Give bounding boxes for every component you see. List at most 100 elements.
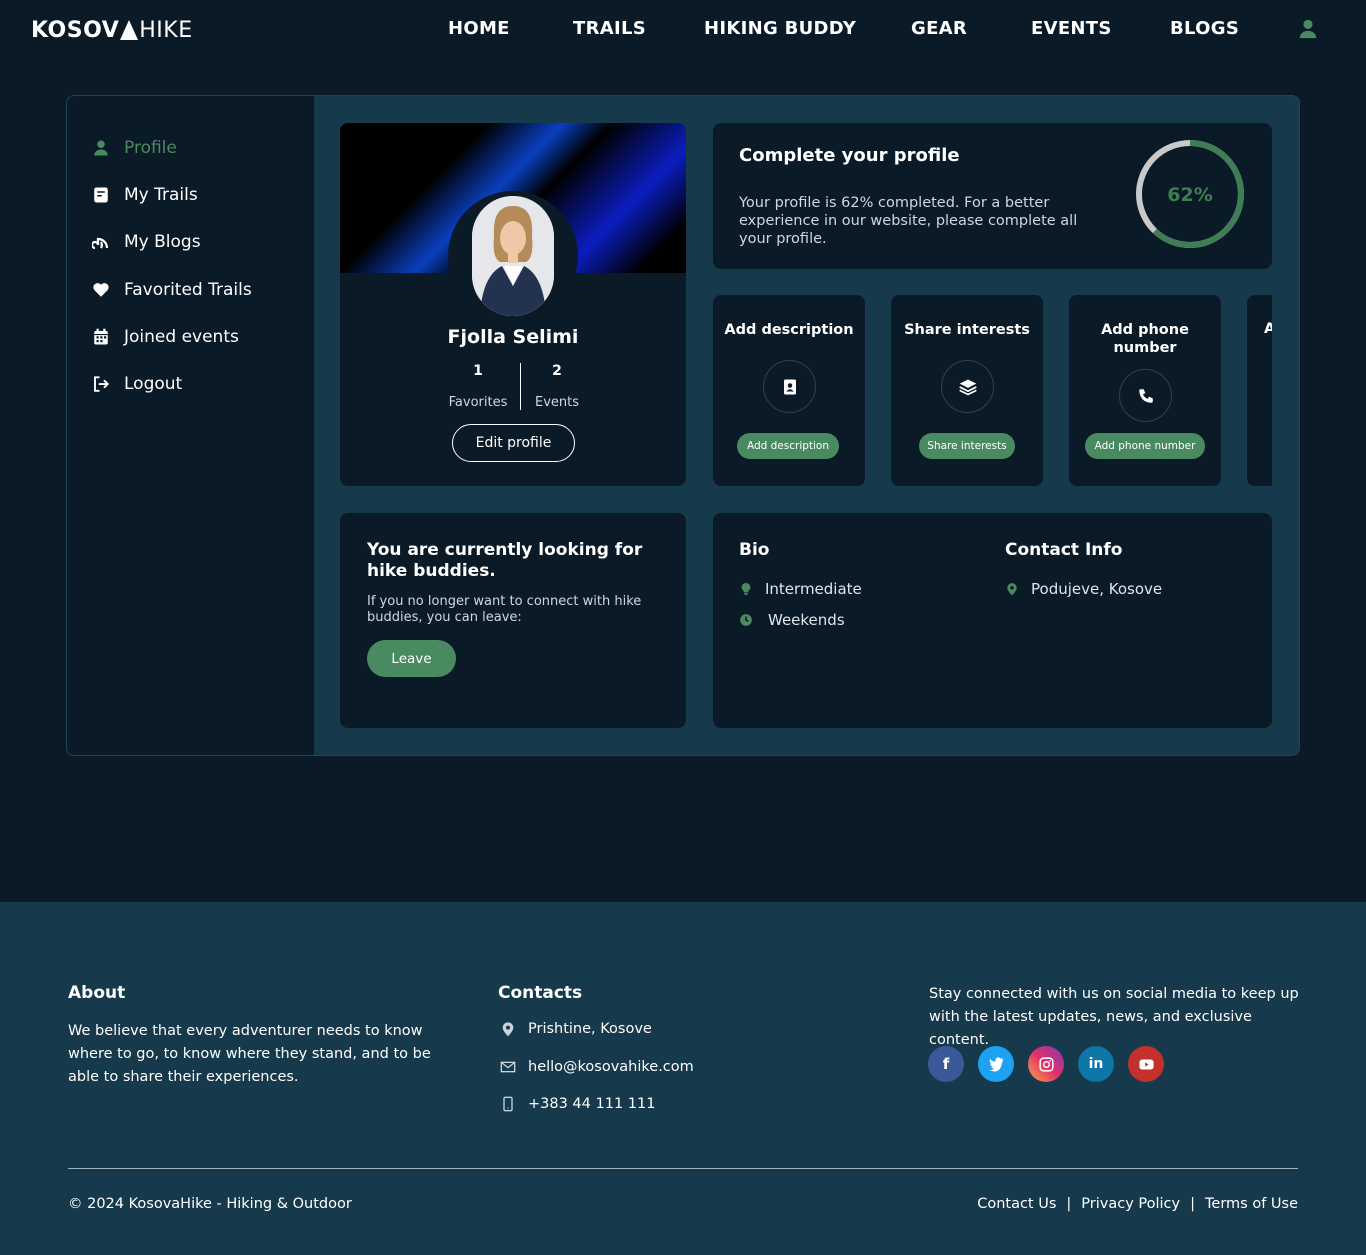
footer-contacts-title: Contacts <box>498 983 583 1003</box>
task-title: Add description <box>724 322 854 338</box>
share-interests-button[interactable]: Share interests <box>919 433 1015 459</box>
events-count: 2 <box>552 363 562 379</box>
edit-profile-button[interactable]: Edit profile <box>452 424 575 462</box>
bio-level: Intermediate <box>739 580 862 598</box>
sidebar-item-label: Profile <box>124 138 177 158</box>
avatar <box>472 196 554 316</box>
map-pin-icon <box>502 1022 514 1037</box>
logo-bold-text: KOSOV <box>31 17 120 43</box>
add-description-button[interactable]: Add description <box>737 433 839 459</box>
user-account-icon[interactable] <box>1297 18 1319 40</box>
logo-light-text: HIKE <box>139 17 193 43</box>
sidebar-item-label: Joined events <box>124 327 239 347</box>
favorites-label: Favorites <box>448 395 508 410</box>
hike-buddy-card: You are currently looking for hike buddi… <box>340 513 686 728</box>
map-pin-icon <box>1007 583 1017 596</box>
contact-location: Podujeve, Kosove <box>1005 580 1162 598</box>
footer-divider <box>68 1168 1298 1169</box>
footer-address-text: Prishtine, Kosove <box>528 1021 652 1037</box>
sidebar-item-joined-events[interactable]: Joined events <box>92 325 239 349</box>
footer-link-terms[interactable]: Terms of Use <box>1205 1196 1298 1212</box>
footer-about-title: About <box>68 983 126 1003</box>
bio-title: Bio <box>739 540 770 560</box>
footer-link-separator: | <box>1190 1196 1196 1212</box>
events-label: Events <box>534 395 579 410</box>
hike-buddy-title: You are currently looking for hike buddi… <box>367 540 643 581</box>
site-logo[interactable]: KOSOV HIKE <box>31 16 193 44</box>
task-title: A <box>1264 321 1272 337</box>
facebook-icon[interactable]: f <box>928 1046 964 1082</box>
task-title: Add phone number <box>1101 322 1189 356</box>
list-icon <box>94 187 108 203</box>
layers-icon <box>941 360 994 413</box>
sidebar-item-label: My Blogs <box>124 232 201 252</box>
profile-name: Fjolla Selimi <box>447 326 579 348</box>
sidebar-item-my-blogs[interactable]: My Blogs <box>92 230 201 254</box>
phone-icon <box>1119 369 1172 422</box>
task-card-description: Add description Add description <box>713 295 865 486</box>
footer-social-text: Stay connected with us on social media t… <box>929 986 1299 1048</box>
footer-link-contact[interactable]: Contact Us <box>977 1196 1056 1212</box>
stats-divider <box>520 363 521 410</box>
lightbulb-icon <box>741 583 751 595</box>
leave-button[interactable]: Leave <box>367 640 456 677</box>
profile-tasks-row: Add description Add description Share in… <box>713 295 1272 486</box>
heart-icon <box>93 283 109 297</box>
youtube-icon[interactable] <box>1128 1046 1164 1082</box>
footer-phone: +383 44 111 111 <box>500 1096 655 1112</box>
completion-percent-label: 62% <box>1167 184 1212 206</box>
profile-card: Fjolla Selimi 1 Favorites 2 Events Edit … <box>340 123 686 486</box>
add-phone-number-button[interactable]: Add phone number <box>1085 433 1205 459</box>
nav-events[interactable]: EVENTS <box>1031 18 1112 39</box>
blog-icon <box>92 237 109 250</box>
instagram-icon[interactable] <box>1028 1046 1064 1082</box>
sidebar-item-label: Favorited Trails <box>124 280 252 300</box>
favorites-count: 1 <box>473 363 483 379</box>
complete-profile-text: Your profile is 62% completed. For a bet… <box>739 195 1078 247</box>
sidebar-item-profile[interactable]: Profile <box>92 136 177 160</box>
avatar-frame <box>448 191 578 321</box>
footer-email[interactable]: hello@kosovahike.com <box>500 1059 694 1075</box>
calendar-icon <box>94 328 108 345</box>
hike-buddy-text: If you no longer want to connect with hi… <box>367 594 642 625</box>
sidebar-item-label: My Trails <box>124 185 198 205</box>
bio-availability-text: Weekends <box>768 611 845 629</box>
contact-location-text: Podujeve, Kosove <box>1031 580 1163 598</box>
nav-blogs[interactable]: BLOGS <box>1170 18 1239 39</box>
footer-links: Contact Us | Privacy Policy | Terms of U… <box>977 1196 1298 1212</box>
user-icon <box>94 140 108 156</box>
sidebar-item-label: Logout <box>124 374 183 394</box>
bio-level-text: Intermediate <box>765 580 862 598</box>
contact-info-title: Contact Info <box>1005 540 1123 560</box>
bio-card: Bio Intermediate Weekends Contact Info P… <box>713 513 1272 728</box>
logout-icon <box>94 376 110 392</box>
footer-address: Prishtine, Kosove <box>500 1021 652 1037</box>
completion-progress-ring: 62% <box>1133 137 1247 251</box>
bio-availability: Weekends <box>739 611 845 629</box>
footer-about-text: We believe that every adventurer needs t… <box>68 1023 431 1085</box>
twitter-icon[interactable] <box>978 1046 1014 1082</box>
footer-link-separator: | <box>1066 1196 1072 1212</box>
site-footer: About We believe that every adventurer n… <box>0 902 1366 1255</box>
task-card-phone: Add phone number Add phone number <box>1069 295 1221 486</box>
footer-phone-text: +383 44 111 111 <box>528 1096 656 1112</box>
nav-home[interactable]: HOME <box>448 18 510 39</box>
complete-profile-title: Complete your profile <box>739 145 960 166</box>
nav-gear[interactable]: GEAR <box>911 18 967 39</box>
mail-icon <box>500 1061 516 1073</box>
sidebar-item-logout[interactable]: Logout <box>92 372 182 396</box>
sidebar-item-favorited-trails[interactable]: Favorited Trails <box>92 278 252 302</box>
footer-email-text: hello@kosovahike.com <box>528 1059 694 1075</box>
linkedin-icon[interactable]: in <box>1078 1046 1114 1082</box>
footer-link-privacy[interactable]: Privacy Policy <box>1081 1196 1180 1212</box>
clock-icon <box>740 614 752 626</box>
nav-trails[interactable]: TRAILS <box>573 18 646 39</box>
task-card-interests: Share interests Share interests <box>891 295 1043 486</box>
footer-copyright: © 2024 KosovaHike - Hiking & Outdoor <box>68 1196 352 1212</box>
nav-hiking-buddy[interactable]: HIKING BUDDY <box>704 18 856 39</box>
tree-icon <box>120 20 139 40</box>
task-title: Share interests <box>904 322 1030 338</box>
task-card-partial: A <box>1247 295 1272 486</box>
contact-card-icon <box>763 360 816 413</box>
sidebar-item-my-trails[interactable]: My Trails <box>92 183 198 207</box>
